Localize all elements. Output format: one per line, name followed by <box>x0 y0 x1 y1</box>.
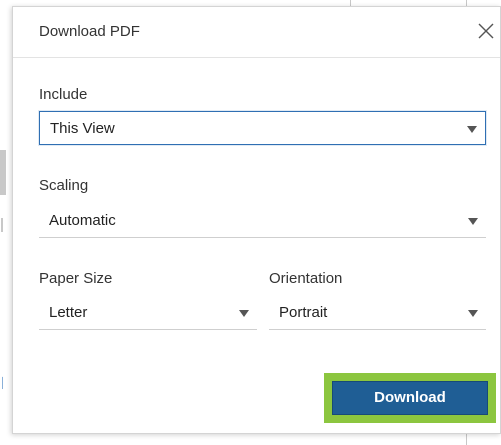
paper-size-select-value: Letter <box>49 304 88 321</box>
paper-size-label: Paper Size <box>39 270 113 287</box>
dialog-title: Download PDF <box>39 23 140 40</box>
orientation-select[interactable]: Portrait <box>269 296 486 330</box>
include-select[interactable]: This View <box>39 111 486 145</box>
download-button[interactable]: Download <box>332 381 488 415</box>
chevron-down-icon <box>239 310 249 317</box>
scaling-label: Scaling <box>39 177 89 194</box>
screen: │ Download PDF Include This View Scaling… <box>0 0 501 445</box>
background-fragment <box>466 434 467 445</box>
close-icon <box>478 23 494 39</box>
dialog-header: Download PDF <box>13 7 500 58</box>
background-fragment: │ <box>0 378 7 389</box>
download-button-highlight: Download <box>324 373 496 423</box>
include-label: Include <box>39 86 88 103</box>
include-select-value: This View <box>50 120 115 137</box>
orientation-label: Orientation <box>269 270 343 287</box>
orientation-select-value: Portrait <box>279 304 328 321</box>
background-fragment <box>0 150 6 195</box>
chevron-down-icon <box>468 310 478 317</box>
scaling-select-value: Automatic <box>49 212 116 229</box>
background-fragment <box>1 218 3 232</box>
close-button[interactable] <box>474 19 498 43</box>
download-pdf-dialog: Download PDF Include This View Scaling A… <box>12 6 501 434</box>
scaling-select[interactable]: Automatic <box>39 204 486 238</box>
paper-size-select[interactable]: Letter <box>39 296 257 330</box>
chevron-down-icon <box>467 126 477 133</box>
chevron-down-icon <box>468 218 478 225</box>
